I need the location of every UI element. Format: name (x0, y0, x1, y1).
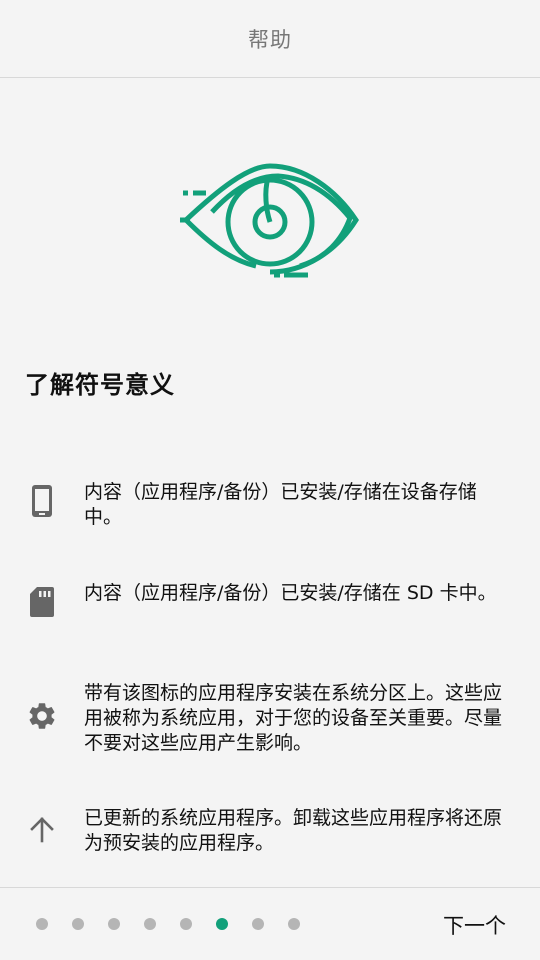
title-bar: 帮助 (0, 0, 540, 78)
page-dot-3 (108, 918, 120, 930)
page-dot-4 (144, 918, 156, 930)
section-heading: 了解符号意义 (25, 371, 175, 399)
page-dot-1 (36, 918, 48, 930)
gear-icon (25, 699, 59, 733)
phone-icon (25, 484, 59, 518)
page-dot-5 (180, 918, 192, 930)
eye-icon (178, 162, 362, 282)
legend-text-updated-system-app: 已更新的系统应用程序。卸载这些应用程序将还原为预安装的应用程序。 (84, 807, 503, 854)
page-title: 帮助 (248, 27, 292, 52)
legend-text-sd-card: 内容（应用程序/备份）已安装/存储在 SD 卡中。 (84, 582, 497, 604)
page-dot-8 (288, 918, 300, 930)
help-screen: 帮助 了解符号意义 内容（应用程序/备份）已安装/存储在设备存储中。 内容（应用… (0, 0, 540, 960)
page-dot-6-active (216, 918, 228, 930)
page-dot-7 (252, 918, 264, 930)
page-dot-2 (72, 918, 84, 930)
arrow-up-icon (25, 812, 59, 846)
sd-card-icon (25, 585, 59, 619)
bottom-navigation-bar: 下一个 (0, 887, 540, 960)
legend-text-device-storage: 内容（应用程序/备份）已安装/存储在设备存储中。 (84, 481, 477, 528)
page-indicator (36, 918, 300, 930)
next-button[interactable]: 下一个 (443, 910, 506, 940)
legend-text-system-app: 带有该图标的应用程序安装在系统分区上。这些应用被称为系统应用，对于您的设备至关重… (84, 682, 503, 754)
